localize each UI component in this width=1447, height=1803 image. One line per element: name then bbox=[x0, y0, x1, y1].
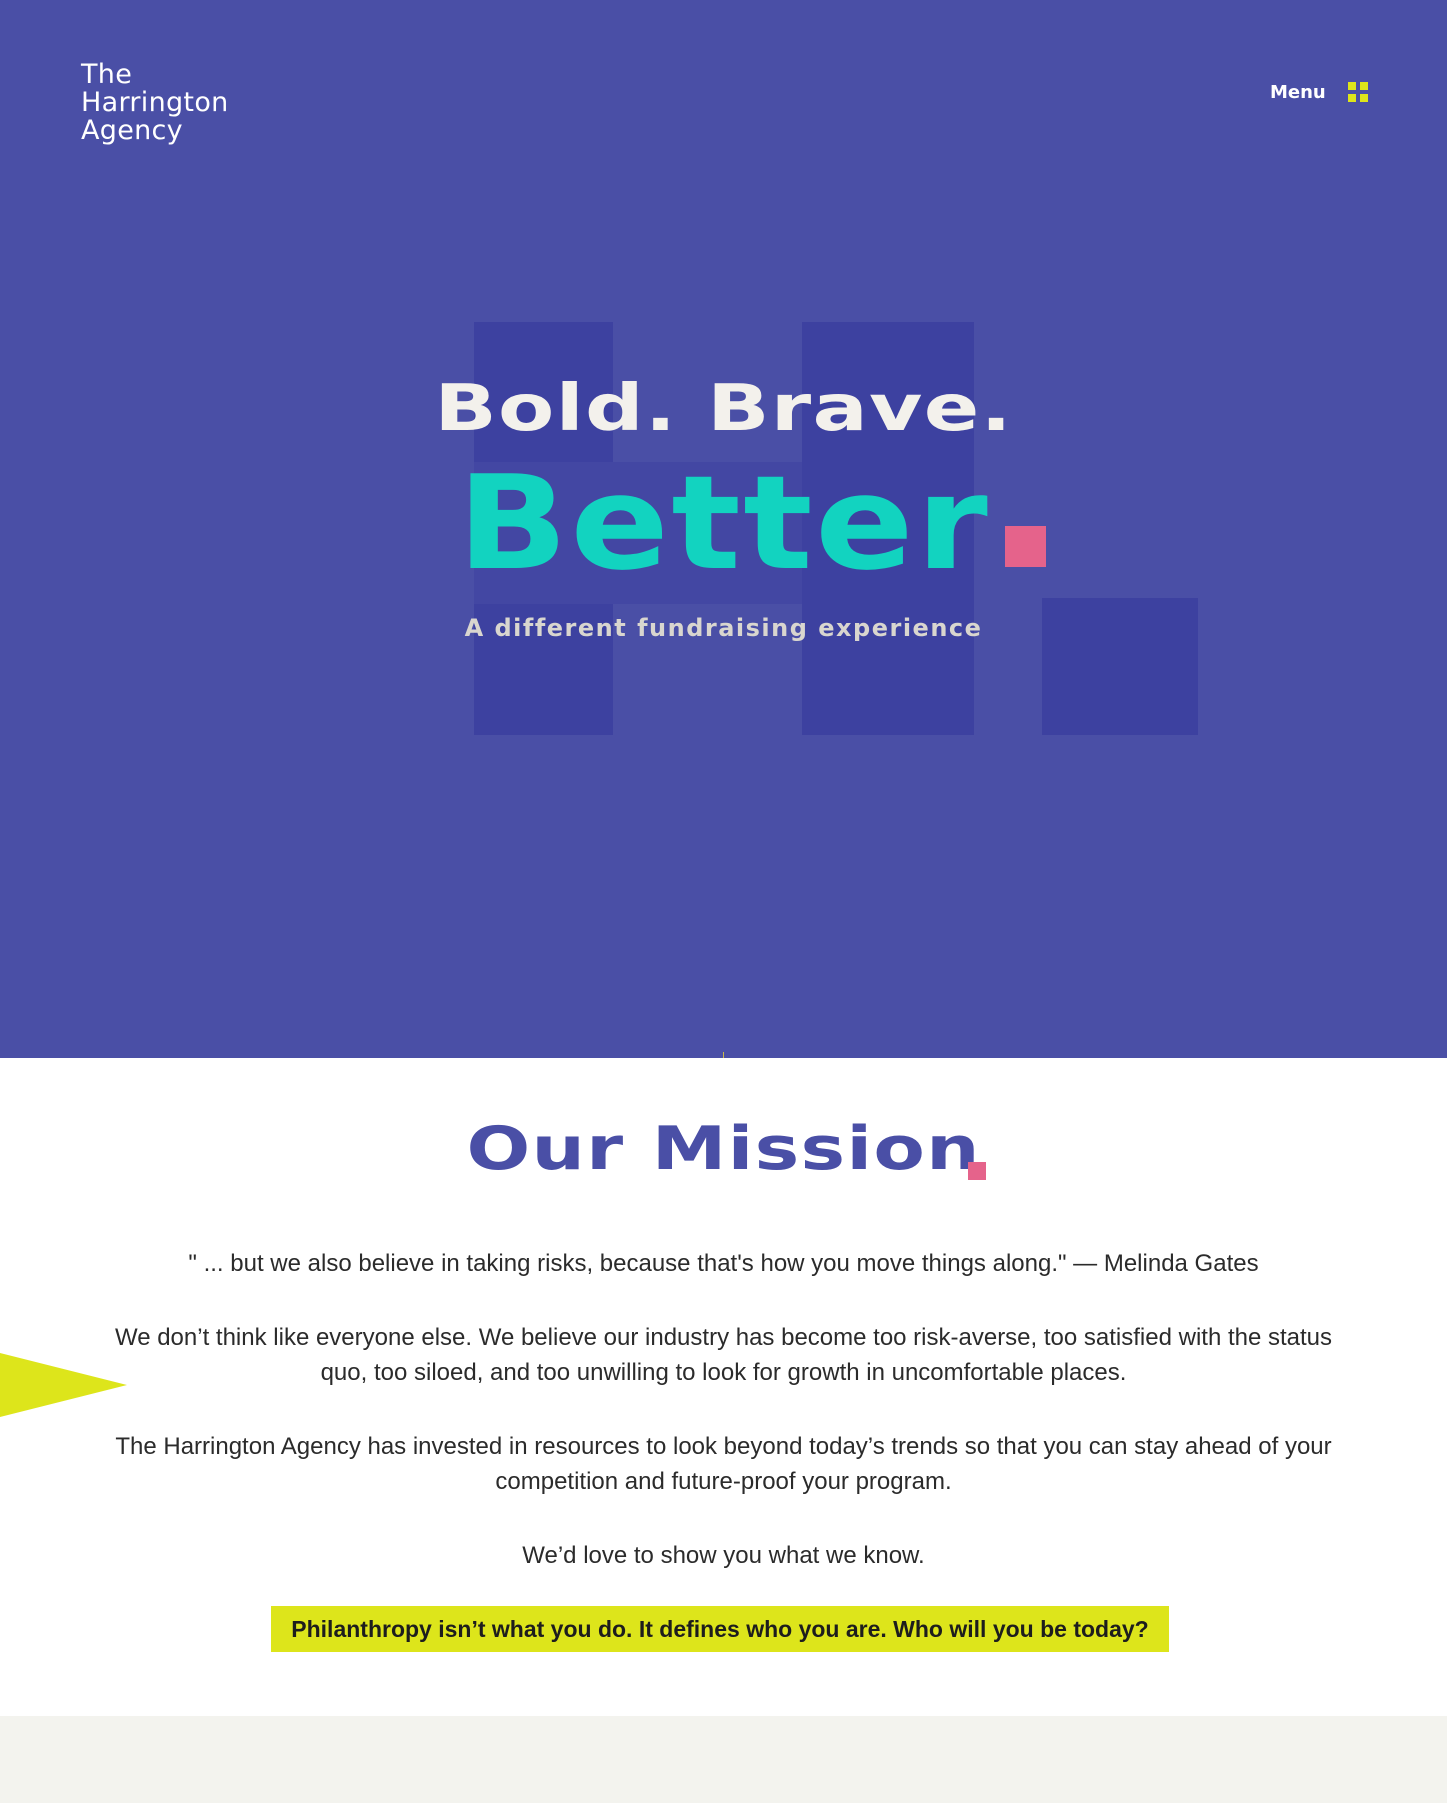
logo-line: The bbox=[81, 59, 133, 90]
logo-line: Agency bbox=[81, 115, 183, 146]
logo-line: Harrington bbox=[81, 87, 229, 118]
pink-square-dot bbox=[1005, 526, 1046, 567]
mission-paragraph: The Harrington Agency has invested in re… bbox=[115, 1433, 1332, 1495]
next-section-band bbox=[0, 1716, 1447, 1803]
grid-icon bbox=[1348, 82, 1368, 102]
mission-paragraph: We’d love to show you what we know. bbox=[522, 1542, 925, 1569]
hero-headline-line2: Better bbox=[457, 447, 991, 599]
yellow-triangle-decoration bbox=[0, 1353, 127, 1417]
site-logo[interactable]: The Harrington Agency bbox=[81, 61, 229, 145]
menu-label: Menu bbox=[1270, 81, 1326, 103]
hero-headline-line1: Bold. Brave. bbox=[434, 372, 1013, 446]
pink-square-dot bbox=[968, 1162, 986, 1180]
hero-section: The Harrington Agency Menu Bold. Brave. … bbox=[0, 0, 1447, 1058]
mission-quote: " ... but we also believe in taking risk… bbox=[188, 1250, 1259, 1277]
hero-subtitle: A different fundraising experience bbox=[464, 614, 983, 642]
highlight-callout: Philanthropy isn’t what you do. It defin… bbox=[271, 1606, 1169, 1652]
mission-paragraph: We don’t think like everyone else. We be… bbox=[114, 1324, 1333, 1386]
section-title: Our Mission bbox=[466, 1114, 981, 1184]
menu-button[interactable]: Menu bbox=[1270, 80, 1368, 104]
